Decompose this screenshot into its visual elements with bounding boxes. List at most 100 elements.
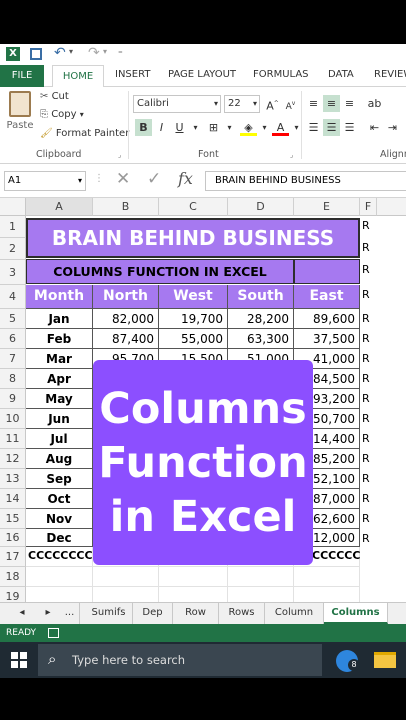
- decrease-indent-icon[interactable]: ⇤: [366, 119, 383, 136]
- subtitle-extra-cell[interactable]: [294, 259, 360, 284]
- column-f-cell[interactable]: R: [362, 263, 370, 276]
- sheet-tab-rows[interactable]: Rows: [219, 603, 265, 624]
- bold-button[interactable]: B: [135, 119, 152, 136]
- data-cell[interactable]: Sep: [26, 469, 93, 489]
- align-top-icon[interactable]: ≡: [305, 95, 322, 112]
- align-left-icon[interactable]: ☰: [305, 119, 322, 136]
- clipboard-launcher-icon[interactable]: ⌟: [118, 151, 121, 159]
- data-cell[interactable]: 37,500: [294, 329, 360, 349]
- data-cell[interactable]: 87,400: [93, 329, 159, 349]
- empty-cell[interactable]: [26, 587, 93, 602]
- empty-cell[interactable]: [159, 567, 228, 587]
- align-bottom-icon[interactable]: ≡: [341, 95, 358, 112]
- column-f-cell[interactable]: R: [362, 312, 370, 325]
- data-cell[interactable]: 63,300: [228, 329, 294, 349]
- tab-insert[interactable]: INSERT: [115, 69, 150, 80]
- data-cell[interactable]: Dec: [26, 529, 93, 547]
- header-south[interactable]: South: [228, 285, 294, 309]
- data-cell[interactable]: Feb: [26, 329, 93, 349]
- row17-cell-a[interactable]: CCCCCCCC: [28, 549, 93, 562]
- font-launcher-icon[interactable]: ⌟: [290, 151, 293, 159]
- tab-file[interactable]: FILE: [0, 65, 44, 87]
- row-header-9[interactable]: 9: [0, 389, 26, 409]
- sheet-tab-row[interactable]: Row: [173, 603, 219, 624]
- column-header-e[interactable]: E: [294, 198, 360, 216]
- orientation-icon[interactable]: ab: [366, 95, 383, 112]
- scroll-tabs-right-icon[interactable]: ▸: [40, 603, 56, 624]
- underline-dropdown-icon[interactable]: ▾: [187, 119, 204, 136]
- header-east[interactable]: East: [294, 285, 360, 309]
- column-f-cell[interactable]: R: [362, 412, 370, 425]
- data-cell[interactable]: Apr: [26, 369, 93, 389]
- tab-review[interactable]: REVIEW: [374, 69, 406, 80]
- taskbar-search[interactable]: ⌕ Type here to search: [38, 644, 322, 676]
- row-header-2[interactable]: 2: [0, 238, 26, 260]
- underline-button[interactable]: U: [171, 119, 188, 136]
- data-cell[interactable]: 28,200: [228, 309, 294, 329]
- column-f-cell[interactable]: R: [362, 532, 370, 545]
- data-cell[interactable]: Aug: [26, 449, 93, 469]
- tab-data[interactable]: DATA: [328, 69, 354, 80]
- sheet-tab-more[interactable]: ...: [60, 603, 80, 624]
- data-cell[interactable]: May: [26, 389, 93, 409]
- empty-cell[interactable]: [228, 587, 294, 602]
- column-f-cell[interactable]: R: [362, 452, 370, 465]
- file-explorer-icon[interactable]: [374, 652, 396, 668]
- enter-icon[interactable]: ✓: [147, 169, 161, 189]
- italic-button[interactable]: I: [153, 119, 170, 136]
- column-f-cell[interactable]: R: [362, 392, 370, 405]
- redo-dropdown-icon[interactable]: ▾: [103, 47, 107, 56]
- increase-indent-icon[interactable]: ⇥: [384, 119, 401, 136]
- data-cell[interactable]: 55,000: [159, 329, 228, 349]
- header-north[interactable]: North: [93, 285, 159, 309]
- formula-input[interactable]: BRAIN BEHIND BUSINESS: [205, 171, 406, 191]
- column-f-cell[interactable]: R: [362, 512, 370, 525]
- column-f-cell[interactable]: R: [362, 432, 370, 445]
- column-header-a[interactable]: A: [26, 198, 93, 216]
- copy-button[interactable]: ⎘ Copy ▾: [40, 109, 84, 120]
- data-cell[interactable]: Jun: [26, 409, 93, 429]
- row-header-7[interactable]: 7: [0, 349, 26, 369]
- column-f-cell[interactable]: R: [362, 219, 370, 232]
- data-cell[interactable]: Jan: [26, 309, 93, 329]
- redo-icon[interactable]: ↷: [88, 45, 100, 61]
- sheet-tab-sumifs[interactable]: Sumifs: [85, 603, 133, 624]
- format-painter-button[interactable]: 🖌 Format Painter: [40, 128, 129, 139]
- row-header-11[interactable]: 11: [0, 429, 26, 449]
- data-cell[interactable]: 82,000: [93, 309, 159, 329]
- decrease-font-size-icon[interactable]: Av: [282, 95, 299, 112]
- column-f-cell[interactable]: R: [362, 472, 370, 485]
- header-month[interactable]: Month: [26, 285, 93, 309]
- align-center-icon[interactable]: ☰: [323, 119, 340, 136]
- sheet-tab-dep[interactable]: Dep: [133, 603, 173, 624]
- tab-home[interactable]: HOME: [52, 65, 104, 88]
- row17-cell-e[interactable]: CCCCCC: [312, 549, 360, 562]
- row-header-13[interactable]: 13: [0, 469, 26, 489]
- data-cell[interactable]: Nov: [26, 509, 93, 529]
- empty-cell[interactable]: [26, 567, 93, 587]
- cancel-icon[interactable]: ✕: [116, 169, 130, 189]
- header-west[interactable]: West: [159, 285, 228, 309]
- column-f-cell[interactable]: R: [362, 288, 370, 301]
- font-name-dropdown[interactable]: Calibri ▾: [133, 95, 221, 113]
- column-f-cell[interactable]: R: [362, 332, 370, 345]
- increase-font-size-icon[interactable]: A^: [264, 95, 281, 113]
- column-f-cell[interactable]: R: [362, 372, 370, 385]
- tab-formulas[interactable]: FORMULAS: [253, 69, 309, 80]
- empty-cell[interactable]: [93, 567, 159, 587]
- column-header-next[interactable]: [377, 198, 406, 216]
- column-header-f[interactable]: F: [360, 198, 377, 216]
- fill-color-icon[interactable]: ◈: [240, 119, 257, 136]
- row-header-4[interactable]: 4: [0, 285, 26, 309]
- windows-start-icon[interactable]: [11, 652, 27, 668]
- align-middle-icon[interactable]: ≡: [323, 95, 340, 112]
- data-cell[interactable]: 89,600: [294, 309, 360, 329]
- data-cell[interactable]: 19,700: [159, 309, 228, 329]
- row-header-5[interactable]: 5: [0, 309, 26, 329]
- row-header-10[interactable]: 10: [0, 409, 26, 429]
- sheet-subtitle-cell[interactable]: COLUMNS FUNCTION IN EXCEL: [26, 259, 294, 284]
- select-all-button[interactable]: [0, 198, 26, 216]
- paste-button[interactable]: Paste: [6, 91, 34, 141]
- row-header-16[interactable]: 16: [0, 529, 26, 547]
- save-icon[interactable]: [30, 48, 42, 60]
